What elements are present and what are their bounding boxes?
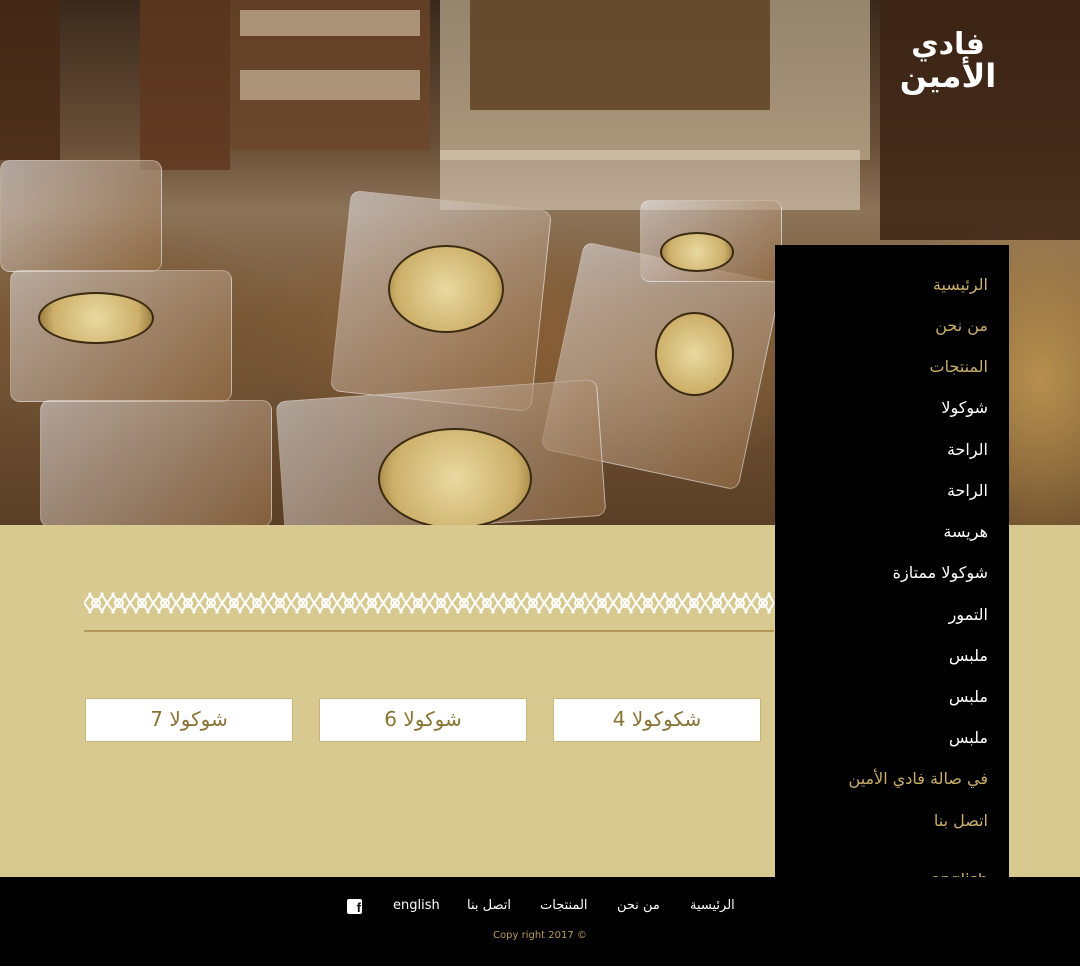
copyright-text: Copy right 2017 © [493, 930, 587, 941]
menu-item-harissa[interactable]: هريسة [943, 522, 988, 541]
side-menu: الرئيسية من نحن المنتجات شوكولا الراحة ا… [775, 245, 1009, 890]
brand-seal [660, 232, 734, 272]
shelf [140, 0, 230, 170]
footer-link-about[interactable]: من نحن [617, 898, 660, 913]
footer-link-english[interactable]: english [393, 898, 440, 913]
menu-item-sugared-almonds[interactable]: ملبس [949, 646, 988, 665]
section-divider [84, 630, 774, 632]
menu-item-home[interactable]: الرئيسية [933, 275, 988, 294]
brand-seal [378, 428, 532, 525]
category-button-chocolate-6[interactable]: شوكولا 6 [319, 698, 527, 742]
brand-seal [388, 245, 504, 333]
footer-link-contact[interactable]: اتصل بنا [467, 898, 511, 913]
menu-item-products[interactable]: المنتجات [930, 357, 989, 376]
menu-item-rahat-2[interactable]: الراحة [947, 481, 988, 500]
menu-item-sugared-almonds-3[interactable]: ملبس [949, 728, 988, 747]
footer-link-products[interactable]: المنتجات [540, 898, 588, 913]
facebook-icon[interactable]: f [347, 899, 362, 914]
menu-item-sugared-almonds-2[interactable]: ملبس [949, 687, 988, 706]
footer-link-home[interactable]: الرئيسية [690, 898, 735, 913]
shelf-glow [240, 10, 420, 36]
brand-seal [38, 292, 154, 344]
menu-item-about[interactable]: من نحن [935, 316, 988, 335]
sweet-packet [40, 400, 272, 525]
shelf-glow [240, 70, 420, 100]
menu-item-rahat[interactable]: الراحة [947, 440, 988, 459]
menu-item-chocolate[interactable]: شوكولا [941, 398, 988, 417]
brand-logo-line2: الأمين [899, 57, 997, 95]
menu-item-contact[interactable]: اتصل بنا [934, 811, 988, 830]
category-button-chocolate-4[interactable]: شكوكولا 4 [553, 698, 761, 742]
shelf [0, 0, 60, 160]
brand-seal [655, 312, 734, 396]
sweet-packet [0, 160, 162, 272]
display-cabinet [470, 0, 770, 110]
brand-logo-line1: فادي [911, 27, 985, 62]
footer [0, 877, 1080, 966]
category-button-chocolate-7[interactable]: شوكولا 7 [85, 698, 293, 742]
ornamental-border [84, 590, 774, 616]
menu-item-showroom[interactable]: في صالة فادي الأمين [849, 769, 988, 788]
menu-item-premium-chocolate[interactable]: شوكولا ممتازة [893, 563, 988, 582]
menu-item-dates[interactable]: التمور [949, 605, 988, 624]
brand-logo[interactable]: فادي الأمين [895, 30, 1001, 100]
